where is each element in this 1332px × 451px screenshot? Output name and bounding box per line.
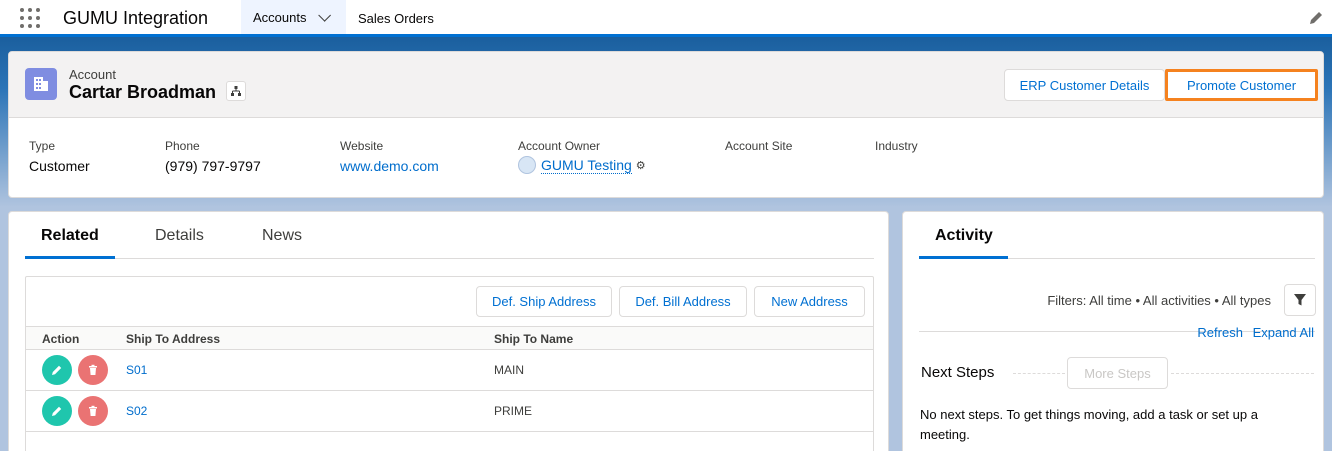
website-link[interactable]: www.demo.com (340, 158, 439, 174)
activity-tabs: Activity (919, 212, 1315, 259)
no-next-steps-message: No next steps. To get things moving, add… (920, 407, 1258, 442)
field-label: Account Site (725, 139, 793, 153)
related-card: Related Details News Def. Ship Address D… (8, 211, 889, 451)
tab-news[interactable]: News (262, 227, 302, 245)
ship-to-name: PRIME (494, 404, 533, 418)
filter-icon (1294, 294, 1306, 306)
app-launcher-icon[interactable] (20, 8, 40, 28)
more-steps-button: More Steps (1067, 357, 1168, 389)
field-value: (979) 797-9797 (165, 158, 261, 174)
ship-to-name: MAIN (494, 363, 524, 377)
activity-filters-text: Filters: All time • All activities • All… (1047, 293, 1271, 308)
trash-icon (89, 364, 97, 375)
edit-button[interactable] (42, 396, 72, 426)
field-industry: Industry (875, 139, 918, 158)
object-label: Account (69, 67, 116, 82)
next-steps-heading: Next Steps (921, 364, 995, 381)
erp-customer-details-button[interactable]: ERP Customer Details (1004, 69, 1165, 101)
field-label: Phone (165, 139, 200, 153)
field-label: Type (29, 139, 56, 153)
nav-tab-accounts[interactable]: Accounts (241, 0, 346, 37)
field-label: Website (340, 139, 384, 153)
address-list: Def. Ship Address Def. Bill Address New … (25, 276, 874, 451)
hierarchy-button[interactable] (226, 81, 246, 101)
tab-activity[interactable]: Activity (935, 227, 993, 245)
tab-details[interactable]: Details (155, 227, 204, 245)
table-row: S02 PRIME (26, 391, 873, 432)
nav-tab-label: Sales Orders (358, 11, 434, 26)
field-phone: Phone (979) 797-9797 (165, 139, 261, 174)
hierarchy-icon (231, 86, 241, 96)
expand-all-link[interactable]: Expand All (1253, 325, 1314, 340)
app-name: GUMU Integration (63, 8, 209, 28)
field-value: Customer (29, 158, 90, 174)
column-header-action: Action (42, 332, 80, 346)
global-nav: GUMU Integration Accounts Sales Orders (0, 0, 1332, 37)
account-icon (25, 68, 57, 100)
divider (1171, 373, 1314, 374)
edit-nav-icon[interactable] (1308, 10, 1324, 26)
ship-to-address-link[interactable]: S02 (126, 404, 147, 418)
change-owner-icon[interactable]: ⚙ (636, 159, 646, 172)
chevron-down-icon[interactable] (318, 8, 332, 22)
ship-to-address-link[interactable]: S01 (126, 363, 147, 377)
table-header: Action Ship To Address Ship To Name (26, 326, 873, 350)
activity-links: Refresh Expand All (1191, 325, 1314, 340)
nav-tab-sales-orders[interactable]: Sales Orders (346, 0, 446, 37)
new-address-button[interactable]: New Address (754, 286, 865, 317)
active-tab-indicator (919, 256, 1008, 259)
divider (1013, 373, 1065, 374)
delete-button[interactable] (78, 355, 108, 385)
field-account-site: Account Site (725, 139, 792, 158)
refresh-link[interactable]: Refresh (1197, 325, 1243, 340)
field-website: Website www.demo.com (340, 139, 439, 174)
edit-button[interactable] (42, 355, 72, 385)
def-bill-address-button[interactable]: Def. Bill Address (619, 286, 747, 317)
tab-related[interactable]: Related (41, 227, 99, 245)
field-label: Account Owner (518, 139, 601, 153)
related-tabs: Related Details News (25, 212, 874, 259)
promote-customer-button[interactable]: Promote Customer (1165, 69, 1318, 101)
activity-card: Activity Filters: All time • All activit… (902, 211, 1324, 451)
filter-button[interactable] (1284, 284, 1316, 316)
active-tab-indicator (25, 256, 115, 259)
record-header: Account Cartar Broadman ERP Customer Det… (8, 51, 1324, 198)
nav-tab-label: Accounts (253, 9, 307, 25)
avatar (518, 156, 536, 174)
table-row: S01 MAIN (26, 350, 873, 391)
field-label: Industry (875, 139, 918, 153)
record-name: Cartar Broadman (69, 82, 217, 102)
owner-link[interactable]: GUMU Testing (541, 157, 632, 174)
def-ship-address-button[interactable]: Def. Ship Address (476, 286, 612, 317)
trash-icon (89, 405, 97, 416)
column-header-ship-to-name[interactable]: Ship To Name (494, 332, 573, 346)
pencil-icon (52, 365, 62, 375)
pencil-icon (52, 406, 62, 416)
record-header-top: Account Cartar Broadman ERP Customer Det… (9, 52, 1323, 118)
field-account-owner: Account Owner GUMU Testing ⚙ (518, 139, 646, 174)
delete-button[interactable] (78, 396, 108, 426)
column-header-ship-to-address[interactable]: Ship To Address (126, 332, 220, 346)
field-type: Type Customer (29, 139, 90, 174)
